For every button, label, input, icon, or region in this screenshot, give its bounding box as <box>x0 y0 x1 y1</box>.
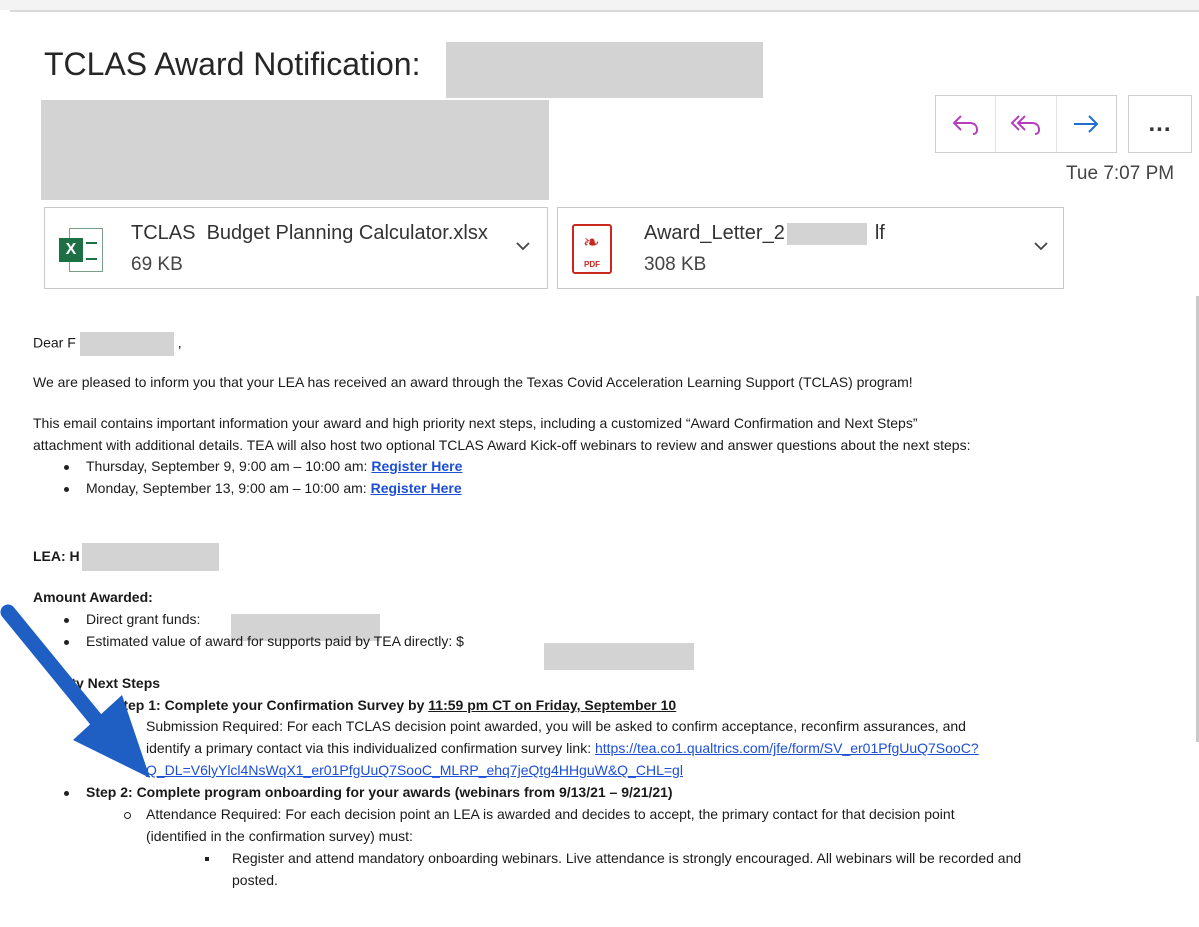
reply-all-icon <box>1010 115 1040 135</box>
bullet <box>64 791 69 796</box>
more-options-button[interactable]: ... <box>1128 95 1192 153</box>
register-link[interactable]: Register Here <box>371 480 462 496</box>
sub-bullet <box>124 724 131 731</box>
received-time: Tue 7:07 PM <box>1066 163 1175 184</box>
paragraph-line: Register and attend mandatory onboarding… <box>232 850 1022 866</box>
lea-label: LEA: H <box>33 548 80 564</box>
bullet <box>64 640 69 645</box>
paragraph-line: attachment with additional details. TEA … <box>33 437 971 453</box>
bullet <box>64 465 69 470</box>
redacted-sender <box>41 100 549 200</box>
redacted-name <box>79 332 174 356</box>
forward-icon <box>1074 115 1099 133</box>
attachment-name: TCLAS Budget Planning Calculator.xlsx <box>131 222 488 244</box>
excel-icon: X <box>59 228 103 272</box>
webinar-item: Monday, September 13, 9:00 am – 10:00 am… <box>86 480 462 496</box>
sub-sub-bullet <box>205 857 209 861</box>
attachment-size: 69 KB <box>131 254 183 275</box>
paragraph-line: Q_DL=V6lyYlcl4NsWqX1_er01PfgUuQ7SooC_MLR… <box>146 762 683 778</box>
window-top-strip <box>0 0 1199 10</box>
sub-bullet <box>124 812 131 819</box>
forward-button[interactable] <box>1057 96 1116 152</box>
bullet <box>64 487 69 492</box>
amount-item: Direct grant funds: <box>86 611 201 627</box>
attachment-size: 308 KB <box>644 254 707 275</box>
amount-item: Estimated value of award for supports pa… <box>86 633 464 649</box>
redacted-lea <box>82 543 219 571</box>
pdf-icon: ❧ PDF <box>572 224 612 274</box>
email-subject: TCLAS Award Notification: <box>44 46 421 82</box>
attachment-name: Award_Letter_2 lf <box>644 222 885 245</box>
chevron-down-icon[interactable] <box>1033 240 1049 252</box>
paragraph-line: identify a primary contact via this indi… <box>146 740 979 756</box>
survey-link-continued[interactable]: Q_DL=V6lyYlcl4NsWqX1_er01PfgUuQ7SooC_MLR… <box>146 762 683 778</box>
amount-heading: Amount Awarded: <box>33 589 153 605</box>
step-1-heading: Step 1: Complete your Confirmation Surve… <box>114 697 677 713</box>
intro-paragraph: We are pleased to inform you that your L… <box>33 374 913 390</box>
redacted-filename <box>786 222 867 245</box>
reply-all-button[interactable] <box>996 96 1057 152</box>
paragraph-line: posted. <box>232 872 278 888</box>
reply-icon <box>952 115 978 135</box>
paragraph-line: This email contains important informatio… <box>33 415 918 431</box>
priority-heading: rity Next Steps <box>62 675 161 691</box>
attachment-xlsx[interactable]: X TCLAS Budget Planning Calculator.xlsx … <box>44 207 548 289</box>
chevron-down-icon[interactable] <box>515 240 531 252</box>
paragraph-line: (identified in the confirmation survey) … <box>146 828 413 844</box>
redacted-subject <box>446 42 763 98</box>
divider <box>10 10 1199 12</box>
step-2-heading: Step 2: Complete program onboarding for … <box>86 784 673 800</box>
greeting: Dear F, <box>33 332 182 356</box>
webinar-item: Thursday, September 9, 9:00 am – 10:00 a… <box>86 458 463 474</box>
register-link[interactable]: Register Here <box>371 458 462 474</box>
paragraph-line: Attendance Required: For each decision p… <box>146 806 955 822</box>
reply-button[interactable] <box>936 96 997 152</box>
message-actions <box>935 95 1117 153</box>
redacted-amount <box>544 643 694 670</box>
attachment-pdf[interactable]: ❧ PDF Award_Letter_2 lf 308 KB <box>557 207 1064 289</box>
bullet <box>64 618 69 623</box>
paragraph-line: Submission Required: For each TCLAS deci… <box>146 718 966 734</box>
survey-link[interactable]: https://tea.co1.qualtrics.com/jfe/form/S… <box>595 740 979 756</box>
